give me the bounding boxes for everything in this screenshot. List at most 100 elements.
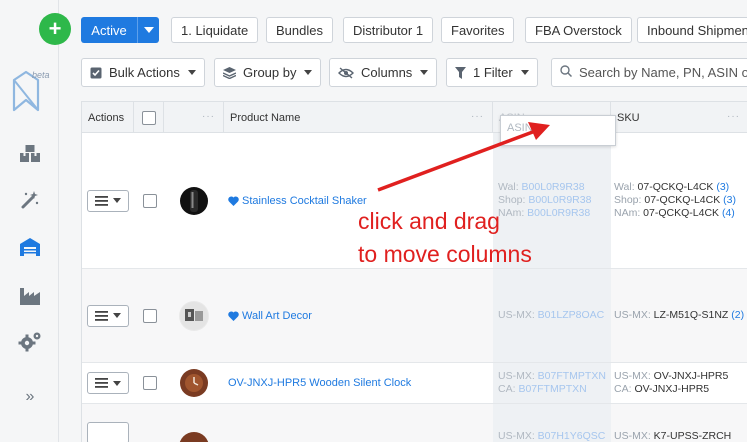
select-all-checkbox[interactable] bbox=[141, 110, 156, 125]
annotation-line-1: click and drag bbox=[358, 208, 500, 234]
columns-button[interactable]: Columns bbox=[329, 58, 438, 87]
menu-icon bbox=[95, 195, 108, 206]
filter-icon bbox=[455, 66, 466, 79]
row-select-cell bbox=[143, 363, 157, 403]
sidebar: beta » bbox=[0, 0, 59, 442]
product-thumbnail[interactable] bbox=[179, 185, 209, 216]
beta-label: beta bbox=[32, 70, 50, 80]
row-checkbox[interactable] bbox=[143, 376, 157, 390]
search-box[interactable] bbox=[551, 58, 747, 87]
sku-count-link[interactable]: (3) bbox=[723, 194, 736, 206]
magic-wand-icon[interactable] bbox=[17, 189, 43, 211]
chevron-down-icon bbox=[113, 198, 121, 203]
product-name-link[interactable]: Stainless Cocktail Shaker bbox=[228, 195, 367, 207]
app-logo[interactable]: beta bbox=[10, 70, 50, 115]
table-row[interactable]: Wall Art Decor US-MX: B01LZP8OAC US-MX: … bbox=[82, 269, 747, 363]
asin-cell: US-MX: B07FTMPTXN CA: B07FTMPTXN bbox=[498, 363, 606, 403]
row-actions-cell bbox=[87, 269, 129, 362]
row-actions-cell bbox=[87, 363, 129, 403]
annotation-text: click and drag to move columns bbox=[358, 205, 532, 271]
sku-cell: US-MX: LZ-M51Q-S1NZ (2) bbox=[614, 269, 744, 362]
row-actions-button[interactable] bbox=[87, 372, 129, 394]
header-sku[interactable]: SKU ··· bbox=[611, 102, 747, 133]
asin-line: CA: B07FTMPTXN bbox=[498, 383, 587, 395]
sku-cell: Wal: 07-QCKQ-L4CK (3) Shop: 07-QCKQ-L4CK… bbox=[614, 133, 736, 268]
asin-cell: US-MX: B07H1Y6QSC bbox=[498, 430, 605, 442]
expand-chevrons-icon[interactable]: » bbox=[17, 386, 43, 408]
row-select-cell bbox=[143, 133, 157, 268]
sku-line: NAm: 07-QCKQ-L4CK (4) bbox=[614, 207, 735, 219]
column-menu-icon[interactable]: ··· bbox=[202, 111, 215, 122]
checkbox-checked-icon bbox=[90, 67, 102, 79]
tab-fba-overstock[interactable]: FBA Overstock bbox=[525, 17, 632, 43]
sku-count-link[interactable]: (4) bbox=[722, 207, 735, 219]
row-actions-cell bbox=[87, 133, 129, 268]
row-checkbox[interactable] bbox=[143, 193, 157, 208]
bulk-actions-button[interactable]: Bulk Actions bbox=[81, 58, 205, 87]
chevron-down-icon bbox=[143, 27, 154, 33]
filter-label: 1 Filter bbox=[473, 65, 513, 80]
menu-icon bbox=[95, 310, 108, 321]
chevron-down-icon bbox=[113, 313, 121, 318]
column-menu-icon[interactable]: ··· bbox=[727, 111, 740, 122]
row-checkbox[interactable] bbox=[143, 308, 157, 323]
sku-line: Wal: 07-QCKQ-L4CK (3) bbox=[614, 181, 730, 193]
row-actions-button[interactable] bbox=[87, 304, 129, 327]
grid-toolbar: Bulk Actions Group by Columns 1 Filter bbox=[59, 58, 747, 100]
sku-cell: US-MX: OV-JNXJ-HPR5 CA: OV-JNXJ-HPR5 bbox=[614, 363, 728, 403]
product-thumbnail[interactable] bbox=[179, 368, 209, 398]
sku-cell: US-MX: K7-UPSS-ZRCH bbox=[614, 430, 731, 442]
group-by-button[interactable]: Group by bbox=[214, 58, 322, 87]
sku-line: US-MX: K7-UPSS-ZRCH bbox=[614, 430, 732, 442]
asin-line: US-MX: B07FTMPTXN bbox=[498, 370, 606, 382]
product-name: Stainless Cocktail Shaker bbox=[242, 194, 367, 207]
row-actions-button[interactable] bbox=[87, 189, 129, 212]
product-name-cell: Stainless Cocktail Shaker bbox=[228, 133, 367, 268]
annotation-line-2: to move columns bbox=[358, 241, 532, 267]
asin-line: US-MX: B07H1Y6QSC bbox=[498, 430, 606, 442]
product-name-link[interactable]: Wall Art Decor bbox=[228, 310, 312, 322]
tab-favorites[interactable]: Favorites bbox=[441, 17, 515, 43]
tab-active[interactable]: Active bbox=[81, 17, 137, 43]
active-tab-dropdown[interactable] bbox=[137, 17, 159, 43]
product-name: Wall Art Decor bbox=[242, 309, 312, 322]
table-row[interactable]: US-MX: B07H1Y6QSC US-MX: K7-UPSS-ZRCH bbox=[82, 404, 747, 442]
tab-bundles[interactable]: Bundles bbox=[266, 17, 333, 43]
heart-icon bbox=[228, 195, 239, 206]
product-thumbnail[interactable] bbox=[179, 300, 209, 331]
header-actions[interactable]: Actions bbox=[82, 102, 134, 133]
add-button[interactable]: + bbox=[39, 13, 71, 45]
chevron-down-icon bbox=[420, 70, 429, 75]
sku-header-label: SKU bbox=[617, 111, 640, 124]
row-actions-button[interactable] bbox=[87, 422, 129, 442]
heart-icon bbox=[228, 310, 239, 321]
filter-button[interactable]: 1 Filter bbox=[446, 58, 538, 87]
row-actions-cell bbox=[87, 422, 129, 442]
eye-slash-icon bbox=[338, 66, 354, 79]
chevron-down-icon bbox=[520, 70, 529, 75]
warehouse-icon[interactable] bbox=[17, 236, 43, 258]
factory-icon[interactable] bbox=[17, 285, 43, 307]
row-select-cell bbox=[143, 269, 157, 362]
header-select-all[interactable] bbox=[134, 102, 164, 133]
sku-line: CA: OV-JNXJ-HPR5 bbox=[614, 383, 710, 395]
asin-line: US-MX: B01LZP8OAC bbox=[498, 309, 605, 321]
sku-count-link[interactable]: (2) bbox=[731, 309, 744, 321]
search-input[interactable] bbox=[579, 65, 747, 80]
chevron-down-icon bbox=[187, 70, 196, 75]
product-name-cell: OV-JNXJ-HPR5 Wooden Silent Clock bbox=[228, 363, 411, 403]
thumbnail-cell bbox=[179, 432, 209, 442]
inventory-icon[interactable] bbox=[17, 143, 43, 165]
tab-inbound-shipment[interactable]: Inbound Shipment bbox=[637, 17, 747, 43]
table-row[interactable]: OV-JNXJ-HPR5 Wooden Silent Clock US-MX: … bbox=[82, 363, 747, 404]
tab-distributor-1[interactable]: Distributor 1 bbox=[343, 17, 434, 43]
thumbnail-cell bbox=[179, 269, 209, 362]
product-name-link[interactable]: OV-JNXJ-HPR5 Wooden Silent Clock bbox=[228, 377, 411, 389]
view-tabs: Active 1. Liquidate Bundles Distributor … bbox=[59, 0, 747, 58]
sku-line: US-MX: OV-JNXJ-HPR5 bbox=[614, 370, 729, 382]
sku-count-link[interactable]: (3) bbox=[716, 181, 729, 193]
tab-liquidate[interactable]: 1. Liquidate bbox=[171, 17, 259, 43]
settings-gears-icon[interactable] bbox=[17, 331, 43, 353]
header-thumbnail[interactable]: ··· bbox=[164, 102, 224, 133]
product-thumbnail[interactable] bbox=[179, 432, 209, 442]
